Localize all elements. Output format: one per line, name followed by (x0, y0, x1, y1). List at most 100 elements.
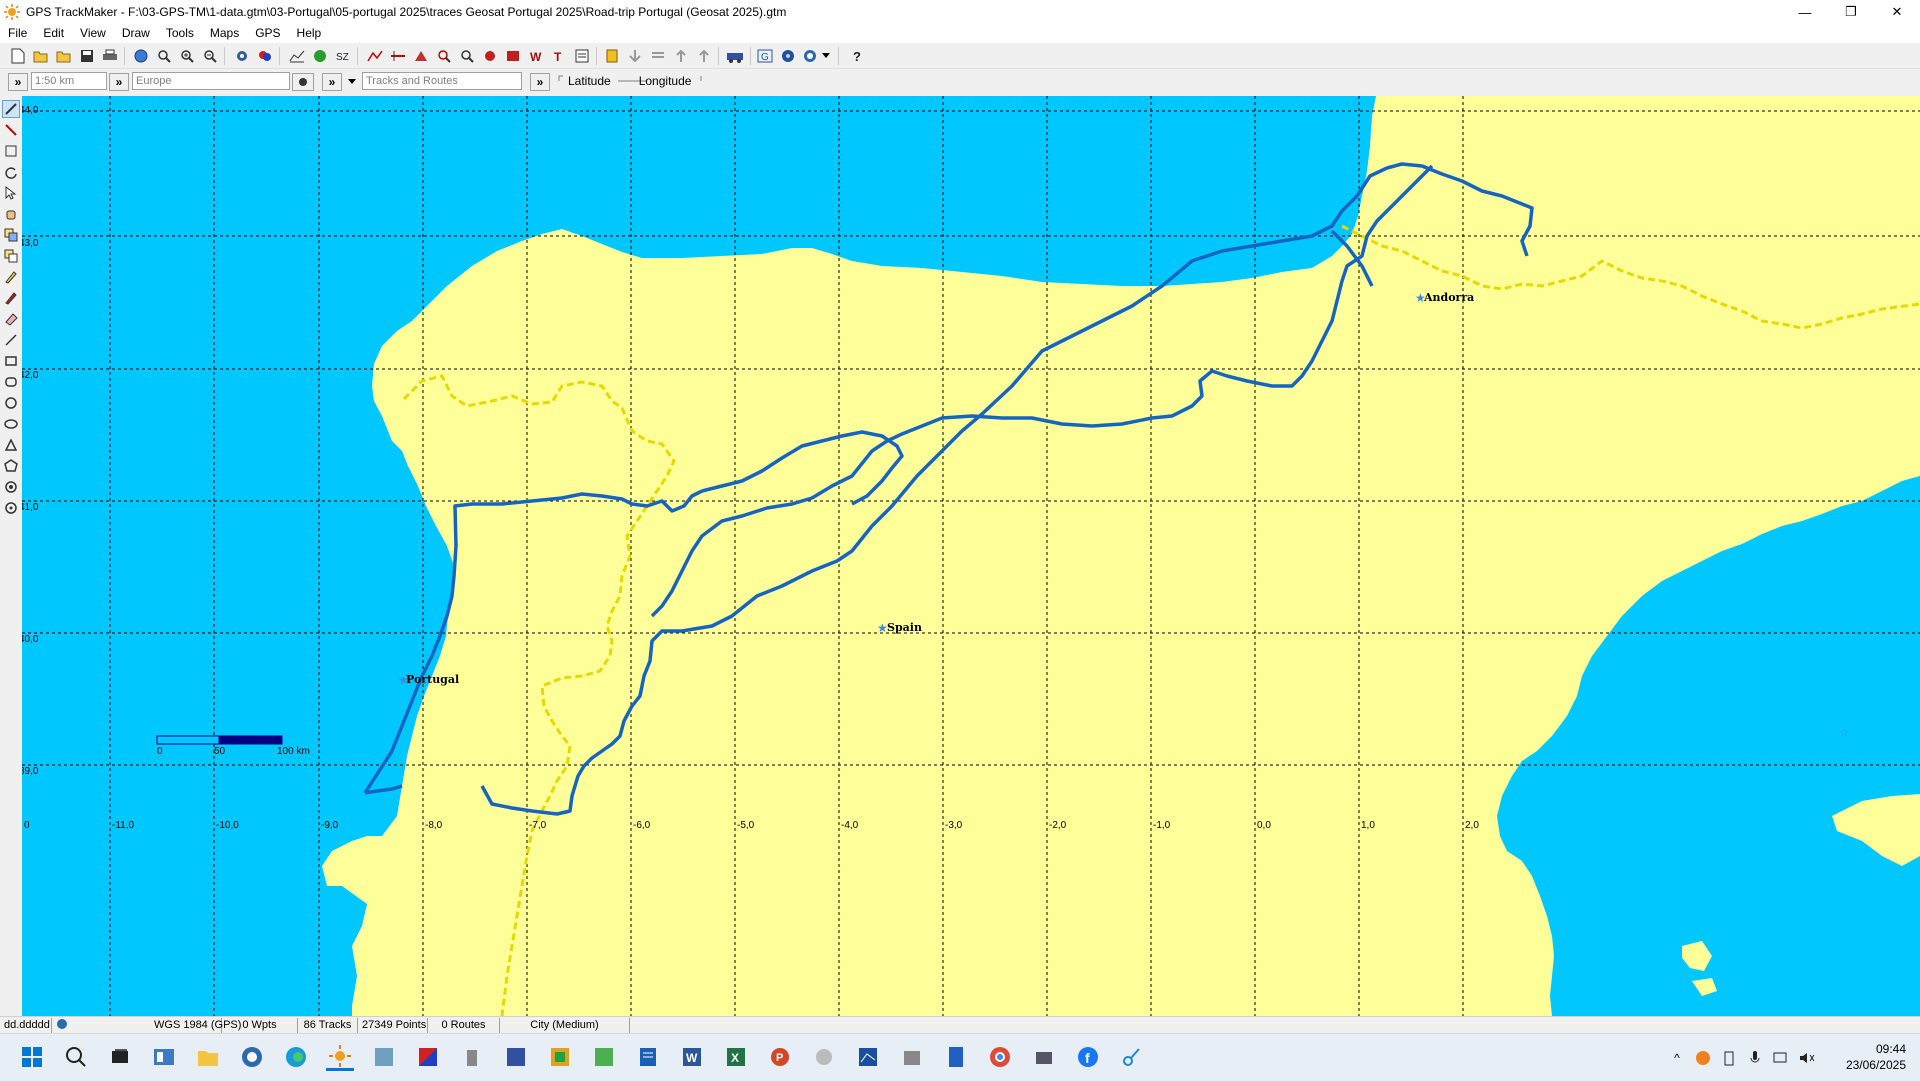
open-file-icon[interactable] (32, 47, 50, 65)
tray-overflow-icon[interactable]: ^ (1664, 1051, 1690, 1065)
menu-draw[interactable]: Draw (114, 24, 158, 43)
app-tools-icon[interactable] (898, 1043, 926, 1071)
triangle-tool-icon[interactable] (2, 436, 20, 454)
rounded-rectangle-tool-icon[interactable] (2, 373, 20, 391)
layer-go-button[interactable]: » (322, 73, 342, 91)
usb-drive-icon[interactable] (458, 1043, 486, 1071)
edge-icon[interactable] (282, 1043, 310, 1071)
snipping-tool-icon[interactable] (1118, 1043, 1146, 1071)
region-go-button[interactable]: » (109, 73, 129, 91)
network-icon[interactable] (1768, 1051, 1794, 1065)
start-menu-icon[interactable] (18, 1043, 46, 1071)
pencil-icon[interactable] (2, 268, 20, 286)
minimize-button[interactable]: — (1782, 0, 1828, 24)
task-view-icon[interactable] (106, 1043, 134, 1071)
microphone-icon[interactable] (1742, 1050, 1768, 1066)
gps-waypoints-icon[interactable] (672, 47, 690, 65)
facebook-icon[interactable]: f (1074, 1043, 1102, 1071)
zoom-in-icon[interactable] (178, 47, 196, 65)
layer-dropdown-icon[interactable] (345, 73, 359, 91)
route-tool-icon[interactable] (389, 47, 407, 65)
notepad-icon[interactable] (634, 1043, 662, 1071)
scale-go-button[interactable]: » (8, 73, 28, 91)
paint-icon[interactable] (2, 289, 20, 307)
menu-edit[interactable]: Edit (35, 24, 72, 43)
word-icon[interactable]: W (678, 1043, 706, 1071)
pointer-tool-icon[interactable] (2, 121, 20, 139)
menu-view[interactable]: View (72, 24, 114, 43)
center-point-tool-icon[interactable] (2, 499, 20, 517)
chrome-icon[interactable] (986, 1043, 1014, 1071)
rotate-icon[interactable] (2, 163, 20, 181)
app-gray-icon[interactable] (810, 1043, 838, 1071)
maximize-button[interactable]: ❐ (1828, 0, 1874, 24)
move-layer-icon[interactable] (2, 226, 20, 244)
calculator-icon[interactable] (942, 1043, 970, 1071)
view-icon[interactable] (233, 47, 251, 65)
photos-icon[interactable] (370, 1043, 398, 1071)
image-viewer-icon[interactable] (590, 1043, 618, 1071)
taskbar-clock[interactable]: 09:44 23/06/2025 (1846, 1041, 1906, 1073)
file-explorer-icon[interactable] (194, 1043, 222, 1071)
eraser-icon[interactable] (2, 310, 20, 328)
tray-app-icon[interactable] (1690, 1050, 1716, 1066)
google-earth-icon[interactable]: G (756, 47, 774, 65)
line-tool-icon[interactable] (2, 331, 20, 349)
color-palette-icon[interactable] (546, 1043, 574, 1071)
menu-tools[interactable]: Tools (158, 24, 202, 43)
menu-help[interactable]: Help (289, 24, 330, 43)
widgets-icon[interactable] (150, 1043, 178, 1071)
label-tool-icon[interactable]: T (550, 47, 568, 65)
text-tool-icon[interactable]: W (527, 47, 545, 65)
search-icon[interactable] (458, 47, 476, 65)
menu-gps[interactable]: GPS (247, 24, 288, 43)
map-canvas[interactable]: ★ Portugal ★ Spain ★ Andorra ☆ 44,0 43,0… (22, 96, 1920, 1016)
app-red-icon[interactable] (414, 1043, 442, 1071)
select-tool-icon[interactable] (2, 100, 20, 118)
search-track-icon[interactable] (435, 47, 453, 65)
powerpoint-icon[interactable]: P (766, 1043, 794, 1071)
app-blue-icon[interactable] (502, 1043, 530, 1071)
waypoint-icon[interactable] (481, 47, 499, 65)
map-source-dropdown[interactable] (820, 47, 832, 65)
vehicle-icon[interactable] (726, 47, 744, 65)
zoom-icon[interactable] (155, 47, 173, 65)
track-tool-icon[interactable] (366, 47, 384, 65)
ellipse-tool-icon[interactable] (2, 415, 20, 433)
scale-icon[interactable]: SZ (334, 47, 352, 65)
app-chart-icon[interactable] (854, 1043, 882, 1071)
arrow-select-icon[interactable] (2, 184, 20, 202)
gps-connect-icon[interactable] (603, 47, 621, 65)
circle-tool-icon[interactable] (2, 394, 20, 412)
world-map-icon[interactable] (311, 47, 329, 65)
new-file-icon[interactable] (9, 47, 27, 65)
battery-icon[interactable] (1716, 1050, 1742, 1066)
globe-icon[interactable] (132, 47, 150, 65)
copy-layer-icon[interactable] (2, 247, 20, 265)
firefox-icon[interactable] (238, 1043, 266, 1071)
rectangle-select-icon[interactable] (2, 142, 20, 160)
chart-icon[interactable] (288, 47, 306, 65)
close-button[interactable]: ✕ (1874, 0, 1920, 24)
track-edit-icon[interactable] (412, 47, 430, 65)
menu-file[interactable]: File (0, 24, 35, 43)
region-input[interactable]: Europe (132, 72, 290, 90)
gps-send-icon[interactable] (649, 47, 667, 65)
layer-input[interactable]: Tracks and Routes (362, 72, 522, 90)
open-folder-icon[interactable] (55, 47, 73, 65)
save-icon[interactable] (78, 47, 96, 65)
print-icon[interactable] (101, 47, 119, 65)
scale-input[interactable]: 1:50 km (31, 72, 107, 90)
polygon-tool-icon[interactable] (2, 457, 20, 475)
region-dropdown-button[interactable] (292, 73, 314, 91)
coordinates-go-button[interactable]: » (530, 73, 550, 91)
map-source-icon[interactable] (802, 47, 820, 65)
network-app-icon[interactable] (1030, 1043, 1058, 1071)
waypoint-edit-icon[interactable] (504, 47, 522, 65)
target-tool-icon[interactable] (2, 478, 20, 496)
zoom-out-icon[interactable] (201, 47, 219, 65)
gps-trackmaker-taskbar-icon[interactable] (326, 1043, 354, 1071)
rectangle-tool-icon[interactable] (2, 352, 20, 370)
search-icon[interactable] (62, 1043, 90, 1071)
satellite-icon[interactable] (779, 47, 797, 65)
